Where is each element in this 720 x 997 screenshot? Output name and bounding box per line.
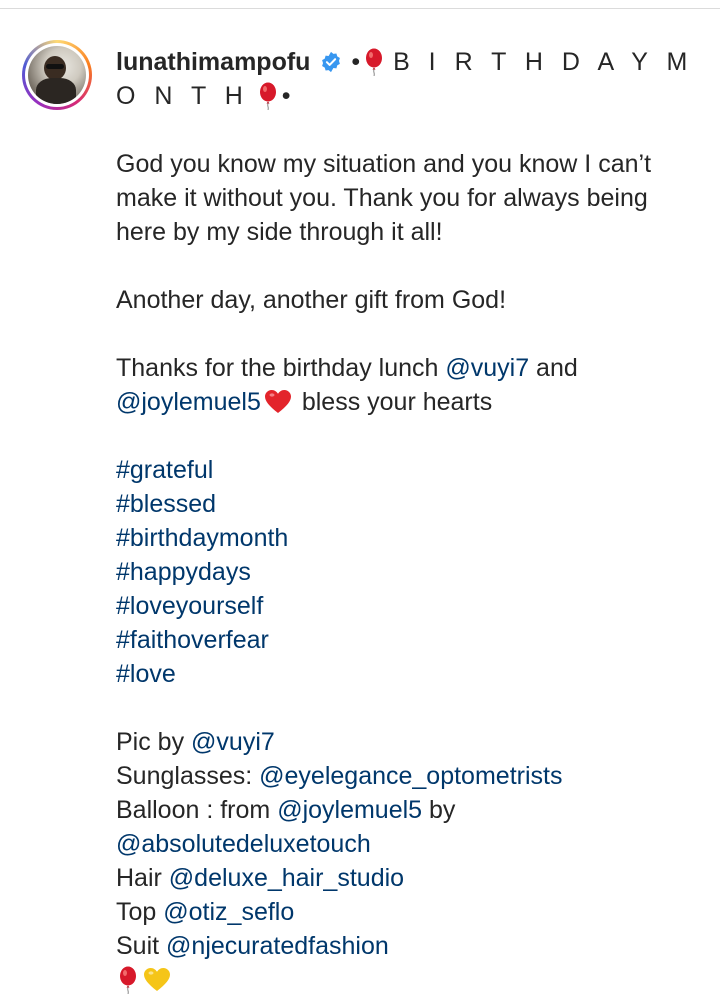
hashtag-link[interactable]: #blessed bbox=[116, 487, 696, 521]
mention-link[interactable]: @eyelegance_optometrists bbox=[259, 762, 562, 790]
balloon-icon bbox=[366, 48, 383, 76]
avatar-photo bbox=[28, 46, 86, 104]
hashtag-link[interactable]: #love bbox=[116, 657, 696, 691]
mention-link[interactable]: @joylemuel5 bbox=[116, 388, 261, 416]
credits-list: Pic by @vuyi7 Sunglasses: @eyelegance_op… bbox=[116, 725, 696, 997]
mention-link[interactable]: @otiz_seflo bbox=[163, 898, 294, 926]
closing-emojis bbox=[116, 963, 696, 997]
credit-suit: Suit @njecuratedfashion bbox=[116, 932, 389, 960]
title-prefix: • bbox=[351, 48, 361, 76]
mention-link[interactable]: @vuyi7 bbox=[191, 728, 275, 756]
hashtag-link[interactable]: #happydays bbox=[116, 555, 696, 589]
title-suffix: • bbox=[281, 82, 291, 110]
hashtag-link[interactable]: #faithoverfear bbox=[116, 623, 696, 657]
caption-paragraph-3: Thanks for the birthday lunch @vuyi7 and… bbox=[116, 354, 578, 416]
credit-sunglasses: Sunglasses: @eyelegance_optometrists bbox=[116, 762, 563, 790]
post-caption: lunathimampofu • B I R T H D A Y M O N T… bbox=[116, 45, 696, 997]
mention-link[interactable]: @vuyi7 bbox=[445, 354, 529, 382]
mention-link[interactable]: @deluxe_hair_studio bbox=[169, 864, 404, 892]
credit-hair: Hair @deluxe_hair_studio bbox=[116, 864, 405, 892]
credit-pic: Pic by @vuyi7 bbox=[116, 728, 275, 756]
balloon-icon bbox=[120, 966, 136, 994]
caption-header: lunathimampofu • B I R T H D A Y M O N T… bbox=[116, 45, 696, 113]
credit-top: Top @otiz_seflo bbox=[116, 898, 295, 926]
hashtag-list: #grateful #blessed #birthdaymonth #happy… bbox=[116, 453, 696, 691]
credit-balloon-maker: @absolutedeluxetouch bbox=[116, 827, 696, 861]
mention-link[interactable]: @absolutedeluxetouch bbox=[116, 830, 371, 858]
username-link[interactable]: lunathimampofu bbox=[116, 48, 310, 76]
hashtag-link[interactable]: #grateful bbox=[116, 453, 696, 487]
top-divider bbox=[0, 0, 720, 9]
balloon-icon bbox=[259, 82, 276, 110]
yellow-heart-icon bbox=[144, 968, 170, 991]
hashtag-link[interactable]: #birthdaymonth bbox=[116, 521, 696, 555]
verified-badge-icon bbox=[322, 51, 341, 73]
caption-paragraph-1: God you know my situation and you know I… bbox=[116, 150, 652, 246]
profile-avatar[interactable] bbox=[22, 40, 92, 110]
caption-paragraph-2: Another day, another gift from God! bbox=[116, 286, 507, 314]
red-heart-icon bbox=[264, 390, 291, 413]
hashtag-link[interactable]: #loveyourself bbox=[116, 589, 696, 623]
mention-link[interactable]: @njecuratedfashion bbox=[166, 932, 389, 960]
mention-link[interactable]: @joylemuel5 bbox=[277, 796, 422, 824]
credit-balloon: Balloon : from @joylemuel5 by bbox=[116, 796, 456, 824]
